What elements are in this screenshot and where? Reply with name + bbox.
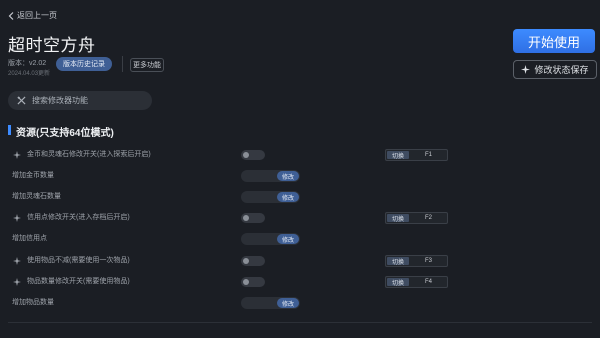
row-label: 物品数量修改开关(需要使用物品) — [27, 278, 130, 285]
toggle-switch[interactable] — [241, 256, 265, 266]
start-button[interactable]: 开始使用 — [513, 29, 595, 53]
hotkey-field[interactable]: F2 — [410, 213, 447, 223]
toggle-switch[interactable] — [241, 213, 265, 223]
toggle-knob — [243, 258, 249, 264]
row-label: 增加物品数量 — [12, 299, 54, 306]
row-label: 增加信用点 — [12, 235, 47, 242]
search-placeholder: 搜索修改器功能 — [32, 96, 88, 105]
value-input[interactable]: 修改 — [241, 191, 300, 203]
version-history-button[interactable]: 版本历史记录 — [56, 57, 112, 71]
hotkey-box: 切换 F2 — [385, 212, 448, 224]
list-item: 增加物品数量 修改 — [0, 293, 600, 313]
row-label: 金币和灵魂石修改开关(进入探索后开启) — [27, 151, 151, 158]
update-date: 2024.04.03更新 — [8, 71, 51, 77]
switch-button[interactable]: 切换 — [387, 214, 409, 223]
list-item: 金币和灵魂石修改开关(进入探索后开启) 切换 F1 — [0, 145, 600, 165]
save-state-label: 修改状态保存 — [534, 65, 589, 75]
hotkey-box: 切换 F4 — [385, 276, 448, 288]
version-text: 版本：v2.02 — [8, 60, 47, 67]
chevron-left-icon — [8, 11, 14, 20]
section-title: 资源(只支持64位模式) — [16, 128, 114, 139]
value-input[interactable]: 修改 — [241, 297, 300, 309]
value-input[interactable]: 修改 — [241, 233, 300, 245]
sparkle-icon — [13, 257, 21, 265]
hotkey-box: 切换 F3 — [385, 255, 448, 267]
switch-button[interactable]: 切换 — [387, 278, 409, 287]
modify-button[interactable]: 修改 — [277, 234, 299, 244]
sparkle-icon — [13, 151, 21, 159]
sparkle-icon — [13, 278, 21, 286]
tools-icon — [17, 96, 26, 105]
modify-button[interactable]: 修改 — [277, 192, 299, 202]
switch-button[interactable]: 切换 — [387, 151, 409, 160]
hotkey-field[interactable]: F3 — [410, 256, 447, 266]
more-features-button[interactable]: 更多功能 — [130, 58, 164, 72]
save-state-button[interactable]: 修改状态保存 — [513, 60, 597, 79]
list-item: 物品数量修改开关(需要使用物品) 切换 F4 — [0, 272, 600, 292]
list-item: 信用点修改开关(进入存档后开启) 切换 F2 — [0, 208, 600, 228]
toggle-knob — [243, 279, 249, 285]
back-link[interactable]: 返回上一页 — [8, 10, 57, 21]
back-label: 返回上一页 — [17, 11, 57, 20]
toggle-switch[interactable] — [241, 277, 265, 287]
toggle-switch[interactable] — [241, 150, 265, 160]
section-accent-bar — [8, 125, 11, 135]
page-title: 超时空方舟 — [8, 36, 96, 55]
row-label: 信用点修改开关(进入存档后开启) — [27, 214, 130, 221]
modify-button[interactable]: 修改 — [277, 298, 299, 308]
toggle-knob — [243, 215, 249, 221]
row-label: 增加金币数量 — [12, 172, 54, 179]
search-input[interactable]: 搜索修改器功能 — [8, 91, 152, 110]
list-item: 使用物品不减(需要使用一次物品) 切换 F3 — [0, 251, 600, 271]
divider — [8, 322, 592, 323]
hotkey-field[interactable]: F1 — [410, 150, 447, 160]
switch-button[interactable]: 切换 — [387, 257, 409, 266]
toggle-knob — [243, 152, 249, 158]
row-label: 使用物品不减(需要使用一次物品) — [27, 257, 130, 264]
value-input[interactable]: 修改 — [241, 170, 300, 182]
sparkle-icon — [13, 214, 21, 222]
modify-button[interactable]: 修改 — [277, 171, 299, 181]
hotkey-box: 切换 F1 — [385, 149, 448, 161]
row-label: 增加灵魂石数量 — [12, 193, 61, 200]
sparkle-icon — [521, 65, 531, 74]
list-item: 增加灵魂石数量 修改 — [0, 187, 600, 207]
hotkey-field[interactable]: F4 — [410, 277, 447, 287]
list-item: 增加金币数量 修改 — [0, 166, 600, 186]
list-item: 增加信用点 修改 — [0, 229, 600, 249]
divider — [122, 56, 123, 72]
